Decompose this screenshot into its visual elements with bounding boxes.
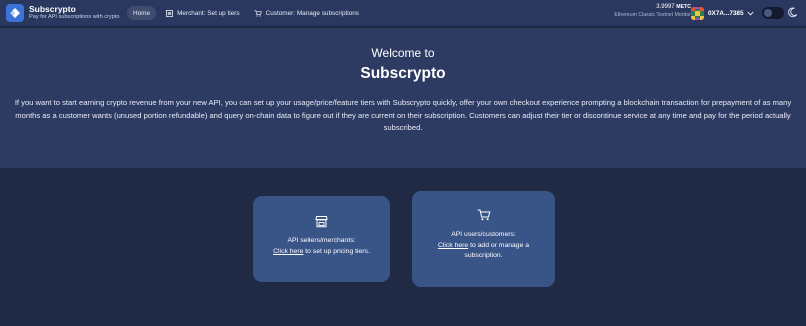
nav-home-label: Home (133, 9, 151, 17)
theme-toggle[interactable] (762, 7, 784, 19)
top-bar: Subscrypto Pay for API subscriptions wit… (0, 0, 806, 27)
avatar (691, 6, 704, 20)
toggle-knob (764, 9, 772, 17)
chevron-down-icon (747, 11, 754, 15)
merchant-click-here-link[interactable]: Click here (273, 248, 303, 255)
balance-unit: METC (676, 4, 691, 10)
nav-customer-label: Customer: Manage subscriptions (265, 9, 359, 17)
nav-customer-manage[interactable]: Customer: Manage subscriptions (248, 6, 365, 20)
welcome-text: Welcome to (371, 46, 435, 60)
customer-card-rest: to add or manage a subscription. (464, 241, 530, 260)
network-name: Ethereum Classic Testnet Mordor (614, 12, 691, 19)
subscrypto-logo-icon (6, 4, 24, 22)
store-icon (315, 216, 328, 228)
balance: 3.9997 METC (614, 4, 691, 10)
customer-click-here-link[interactable]: Click here (438, 242, 468, 249)
hero-description: If you want to start earning crypto reve… (14, 98, 792, 132)
merchant-card-heading: API sellers/merchants: (287, 237, 356, 244)
wallet-address: 0X7A...7385 (708, 9, 744, 17)
customer-card-heading: API users/customers: (451, 231, 516, 238)
nav-merchant-label: Merchant: Set up tiers (177, 9, 240, 17)
merchant-card-rest: to set up pricing tiers. (303, 247, 370, 255)
cart-icon (254, 9, 262, 17)
brand[interactable]: Subscrypto Pay for API subscriptions wit… (6, 4, 119, 22)
cart-icon (477, 209, 490, 221)
nav-merchant-setup[interactable]: Merchant: Set up tiers (160, 6, 246, 20)
wallet-info: 3.9997 METC Ethereum Classic Testnet Mor… (614, 4, 691, 18)
brand-name: Subscrypto (29, 3, 76, 14)
account-button[interactable]: 0X7A...7385 (691, 6, 754, 20)
merchant-card[interactable]: API sellers/merchants: Click here to set… (253, 196, 390, 282)
balance-amount: 3.9997 (656, 4, 675, 10)
moon-icon (788, 7, 798, 18)
list-icon (166, 9, 174, 17)
customer-card[interactable]: API users/customers: Click here to add o… (412, 191, 555, 287)
hero-section: Welcome to Subscrypto If you want to sta… (0, 28, 806, 168)
brand-tagline: Pay for API subscriptions with crypto (29, 14, 120, 21)
main-nav: Home Merchant: Set up tiers Customer: Ma… (127, 6, 365, 20)
nav-home[interactable]: Home (127, 6, 157, 20)
hero-title: Subscrypto (360, 65, 446, 82)
